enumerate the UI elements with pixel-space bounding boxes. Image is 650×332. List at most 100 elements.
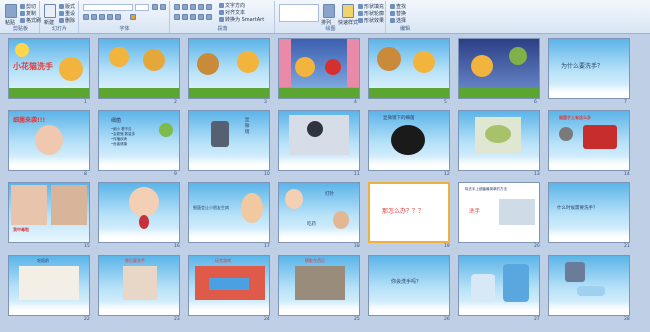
slide-number: 13 — [534, 172, 540, 177]
handwash-photo — [499, 199, 535, 225]
slide-number: 22 — [84, 317, 90, 322]
slide-thumbnail-11[interactable] — [278, 110, 360, 171]
shrink-font-icon[interactable] — [160, 4, 166, 10]
slide-thumbnail-18[interactable]: 打针 吃药 — [278, 182, 360, 243]
reset-button[interactable]: 重设 — [59, 11, 75, 17]
slide-thumbnail-15[interactable]: 我中毒啦 — [8, 182, 90, 243]
slide-thumbnail-25[interactable]: 摸脏东西后 — [278, 255, 360, 316]
clipboard-group-label: 剪贴板 — [12, 26, 28, 32]
align-text-icon — [219, 10, 224, 15]
strikethrough-icon[interactable] — [107, 14, 113, 20]
select-icon — [390, 18, 395, 23]
slide-thumbnail-8[interactable]: 细菌来袭!!! — [8, 110, 90, 171]
slide-12-title: 显微镜下的细菌 — [383, 116, 415, 121]
justify-icon[interactable] — [198, 14, 204, 20]
columns-icon[interactable] — [206, 14, 212, 20]
font-name-field[interactable] — [83, 4, 133, 11]
slide-thumbnail-6[interactable] — [458, 38, 540, 99]
italic-icon[interactable] — [91, 14, 97, 20]
slide-thumbnail-28[interactable] — [548, 255, 630, 316]
copy-button[interactable]: 复制 — [20, 11, 36, 17]
align-text-button[interactable]: 对齐文本 — [219, 10, 245, 16]
shadow-icon[interactable] — [115, 14, 121, 20]
slide-number: 7 — [624, 100, 627, 105]
quick-styles-icon[interactable] — [342, 4, 354, 18]
bacteria-image — [485, 125, 511, 143]
slide-thumbnail-20[interactable]: 除去手上细菌最简单的方法 洗手 — [458, 182, 540, 243]
font-group-label: 字体 — [119, 26, 130, 32]
slide-thumbnail-27[interactable] — [458, 255, 540, 316]
slide-thumbnail-10[interactable]: 显 微 镜 — [188, 110, 270, 171]
shapes-gallery[interactable] — [279, 4, 319, 22]
slide-thumbnail-4[interactable] — [278, 38, 360, 99]
smartart-label: 转换为 SmartArt — [225, 17, 265, 23]
replace-button[interactable]: 替换 — [390, 11, 406, 17]
find-label: 查找 — [396, 4, 407, 10]
slide-thumbnail-5[interactable] — [368, 38, 450, 99]
new-slide-icon[interactable] — [44, 4, 56, 18]
slide-thumbnail-3[interactable] — [188, 38, 270, 99]
font-color-icon[interactable] — [130, 14, 136, 20]
slide-thumbnail-2[interactable] — [98, 38, 180, 99]
slide-thumbnail-22[interactable]: 吃饭前 — [8, 255, 90, 316]
shape-outline-button[interactable]: 形状轮廓 — [358, 11, 384, 17]
shape-effects-icon — [358, 18, 363, 23]
soap-bar-image — [577, 286, 605, 296]
slide-thumbnail-9[interactable]: 细菌 •细小 看不见 •会繁殖 数量多 •传播疾病 •危害健康 — [98, 110, 180, 171]
slide-18-title: 打针 — [325, 192, 334, 197]
slide-thumbnail-13[interactable] — [458, 110, 540, 171]
slide-thumbnail-24[interactable]: 玩完游戏 — [188, 255, 270, 316]
cut-button[interactable]: 剪切 — [20, 4, 36, 10]
slide-number: 12 — [444, 172, 450, 177]
arrange-icon[interactable] — [323, 4, 335, 18]
bullets-icon[interactable] — [174, 4, 180, 10]
cloud-decoration — [369, 156, 449, 170]
slide-number: 19 — [444, 244, 450, 249]
delete-label: 删除 — [65, 18, 76, 24]
slide-thumbnail-26[interactable]: 你会洗手吗？ — [368, 255, 450, 316]
bear-image — [377, 47, 401, 71]
grass-decoration — [99, 88, 179, 98]
slide-21-title: 什么时候需要洗手？ — [557, 206, 598, 211]
slide-thumbnail-1[interactable]: 小花猫洗手 — [8, 38, 90, 99]
increase-indent-icon[interactable] — [198, 4, 204, 10]
text-direction-button[interactable]: 文字方向 — [219, 3, 245, 9]
slide-thumbnail-19[interactable]: 那怎么办？？？ — [368, 182, 450, 243]
align-center-icon[interactable] — [182, 14, 188, 20]
slide-1-title: 小花猫洗手 — [13, 62, 53, 71]
line-spacing-icon[interactable] — [206, 4, 212, 10]
font-size-field[interactable] — [135, 4, 149, 11]
layout-button[interactable]: 版式 — [59, 4, 75, 10]
delete-button[interactable]: 删除 — [59, 18, 75, 24]
shape-fill-label: 形状填充 — [364, 4, 385, 10]
select-button[interactable]: 选择 — [390, 18, 406, 24]
cloud-decoration — [189, 301, 269, 315]
grow-font-icon[interactable] — [152, 4, 158, 10]
shape-effects-button[interactable]: 形状效果 — [358, 18, 384, 24]
decrease-indent-icon[interactable] — [190, 4, 196, 10]
slide-thumbnail-12[interactable]: 显微镜下的细菌 — [368, 110, 450, 171]
format-painter-button[interactable]: 格式刷 — [20, 18, 41, 24]
slide-number: 2 — [174, 100, 177, 105]
cloud-decoration — [9, 156, 89, 170]
slide-thumbnail-16[interactable] — [98, 182, 180, 243]
slide-thumbnail-23[interactable]: 便后要洗手 — [98, 255, 180, 316]
shape-fill-button[interactable]: 形状填充 — [358, 4, 384, 10]
smartart-button[interactable]: 转换为 SmartArt — [219, 17, 264, 23]
slide-number: 9 — [174, 172, 177, 177]
slide-thumbnail-17[interactable]: 细菌会让小朋友生病 — [188, 182, 270, 243]
paste-icon[interactable] — [5, 4, 17, 18]
align-left-icon[interactable] — [174, 14, 180, 20]
bold-icon[interactable] — [83, 14, 89, 20]
slide-number: 25 — [354, 317, 360, 322]
slide-7-title: 为什么要洗手？ — [561, 63, 604, 70]
font-group: 字体 — [80, 1, 170, 33]
slide-9-title: 细菌 — [111, 118, 122, 124]
slide-thumbnail-21[interactable]: 什么时候需要洗手？ — [548, 182, 630, 243]
slide-thumbnail-7[interactable]: 为什么要洗手？ — [548, 38, 630, 99]
find-button[interactable]: 查找 — [390, 4, 406, 10]
numbering-icon[interactable] — [182, 4, 188, 10]
align-right-icon[interactable] — [190, 14, 196, 20]
slide-thumbnail-14[interactable]: 细菌手上有这么多 — [548, 110, 630, 171]
underline-icon[interactable] — [99, 14, 105, 20]
